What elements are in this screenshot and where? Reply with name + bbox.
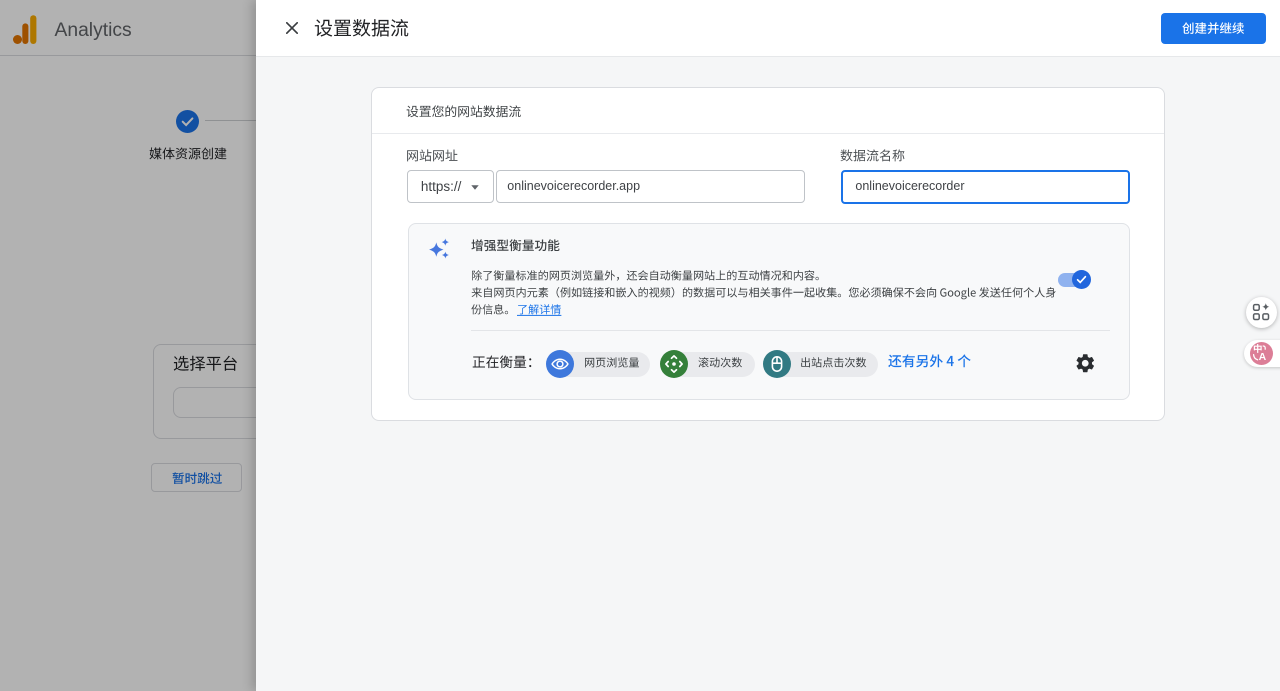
- svg-text:A: A: [1259, 351, 1267, 363]
